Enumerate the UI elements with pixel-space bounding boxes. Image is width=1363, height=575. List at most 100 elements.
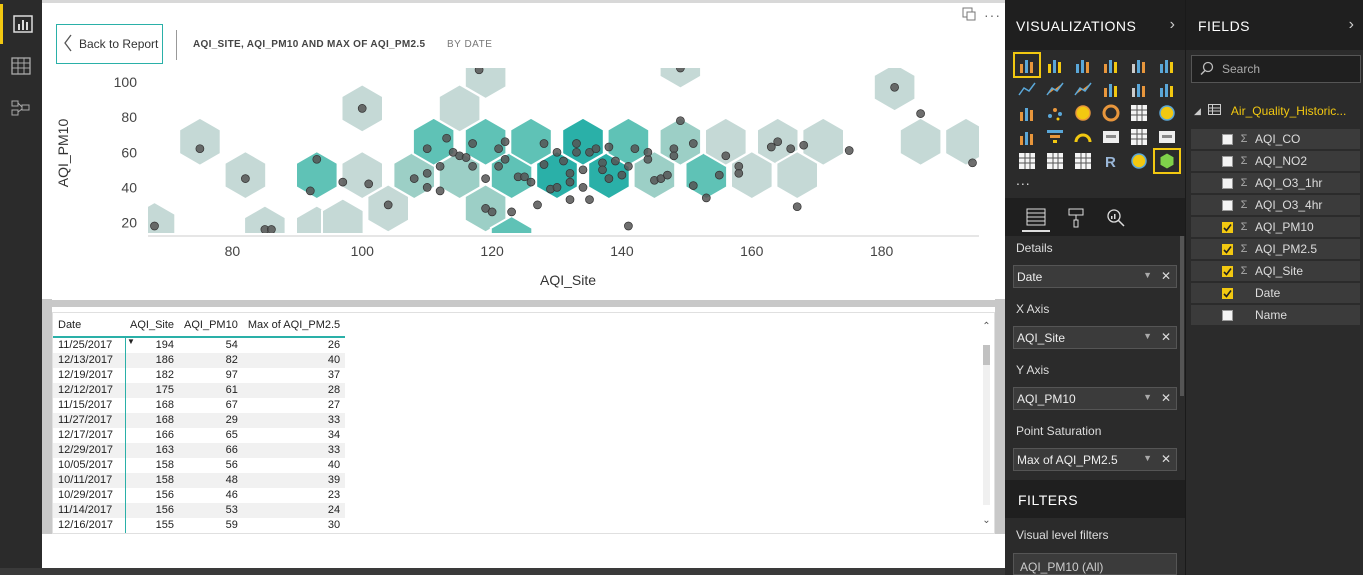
data-point[interactable] (500, 154, 510, 164)
hex-bin[interactable] (658, 41, 703, 90)
100-bar-icon[interactable] (1127, 54, 1151, 76)
data-point[interactable] (474, 66, 484, 75)
data-point[interactable] (624, 161, 633, 171)
remove-field-icon[interactable]: ✕ (1161, 269, 1171, 283)
data-point[interactable] (507, 207, 516, 217)
field-row[interactable]: Name (1191, 305, 1360, 325)
table-row[interactable]: 11/15/2017 168 67 27 (53, 398, 345, 413)
data-point[interactable] (799, 140, 809, 150)
data-point[interactable] (468, 161, 477, 171)
slicer-icon[interactable] (1015, 150, 1039, 172)
data-point[interactable] (364, 179, 374, 189)
data-point[interactable] (766, 142, 776, 152)
dropdown-arrow-icon[interactable]: ▼ (1143, 453, 1152, 463)
field-checkbox[interactable] (1222, 155, 1233, 167)
r-visual-icon[interactable]: R (1099, 150, 1123, 172)
data-view-icon[interactable] (0, 46, 42, 86)
table-row[interactable]: 10/05/2017 158 56 40 (53, 458, 345, 473)
dropdown-arrow-icon[interactable]: ▼ (1143, 270, 1152, 280)
data-point[interactable] (604, 142, 614, 152)
donut-icon[interactable] (1099, 102, 1123, 124)
details-well[interactable]: Date ▼ ✕ (1013, 265, 1177, 288)
data-point[interactable] (539, 160, 549, 169)
pie-icon[interactable] (1071, 102, 1095, 124)
scroll-down-icon[interactable]: ⌄ (981, 515, 992, 526)
table-row[interactable]: 12/17/2017 166 65 34 (53, 428, 345, 443)
collapse-visualizations-icon[interactable]: › (1170, 16, 1175, 34)
waterfall-icon[interactable] (1015, 102, 1039, 124)
field-row[interactable]: Σ AQI_O3_1hr (1191, 173, 1360, 193)
focus-mode-icon[interactable] (962, 7, 976, 24)
data-point[interactable] (539, 139, 549, 148)
data-point[interactable] (688, 139, 698, 148)
data-point[interactable] (195, 144, 205, 154)
data-point[interactable] (552, 183, 562, 192)
table-row[interactable]: 10/29/2017 156 46 23 (53, 488, 345, 503)
table-node[interactable]: ◢ Air_Quality_Historic... (1194, 101, 1363, 121)
hex-bin[interactable] (321, 197, 365, 247)
data-point[interactable] (435, 161, 445, 171)
data-point[interactable] (598, 165, 607, 175)
line-clustered-icon[interactable] (1127, 78, 1151, 100)
clustered-column-icon[interactable] (1099, 54, 1123, 76)
table-row[interactable]: 12/13/2017 186 82 40 (53, 353, 346, 368)
col-header-aqi-site[interactable]: AQI_Site ▼ (125, 313, 180, 346)
100-column-icon[interactable] (1155, 54, 1179, 76)
table-row[interactable]: 11/25/2017 194 54 26 (53, 337, 345, 353)
field-checkbox[interactable] (1222, 265, 1233, 277)
col-header-aqi-pm10[interactable]: AQI_PM10 (179, 313, 243, 338)
field-checkbox[interactable] (1222, 133, 1233, 145)
scrollbar-thumb[interactable] (983, 345, 990, 365)
data-point[interactable] (442, 133, 451, 143)
data-point[interactable] (688, 181, 698, 190)
field-checkbox[interactable] (1222, 287, 1233, 299)
data-point[interactable] (663, 170, 672, 180)
data-point[interactable] (611, 156, 620, 166)
hexbin-visual[interactable]: 80 100 120 140 160 180 100 80 60 40 20 AQI_Site AQI_… (42, 0, 1005, 300)
back-to-report-button[interactable]: Back to Report (56, 24, 163, 64)
data-point[interactable] (630, 144, 640, 154)
data-point[interactable] (792, 202, 802, 212)
data-point[interactable] (591, 144, 601, 154)
dropdown-arrow-icon[interactable]: ▼ (1143, 331, 1152, 341)
data-point[interactable] (487, 207, 497, 217)
line-chart-icon[interactable] (1015, 78, 1039, 100)
y-axis-well[interactable]: AQI_PM10 ▼ ✕ (1013, 387, 1177, 410)
data-point[interactable] (643, 147, 653, 157)
map-icon[interactable] (1155, 102, 1179, 124)
search-input[interactable] (1222, 62, 1342, 76)
field-checkbox[interactable] (1222, 177, 1233, 189)
data-point[interactable] (461, 153, 471, 162)
stacked-bar-icon[interactable] (1013, 52, 1041, 78)
data-point[interactable] (559, 156, 568, 166)
card-icon[interactable] (1099, 126, 1123, 148)
field-checkbox[interactable] (1222, 309, 1233, 321)
data-point[interactable] (312, 154, 322, 164)
field-row[interactable]: Σ AQI_CO (1191, 129, 1360, 149)
data-point[interactable] (890, 82, 899, 92)
data-point[interactable] (721, 151, 731, 161)
data-point[interactable] (844, 146, 854, 155)
funnel-icon[interactable] (1043, 126, 1067, 148)
visualizations-scrollbar[interactable] (1180, 236, 1184, 396)
data-point[interactable] (533, 200, 542, 210)
data-point[interactable] (552, 147, 562, 157)
ribbon-chart-icon[interactable] (1155, 78, 1179, 100)
data-point[interactable] (357, 104, 367, 113)
scroll-up-icon[interactable]: ⌃ (981, 321, 992, 332)
table-row[interactable]: 12/16/2017 155 59 30 (53, 518, 345, 533)
matrix-icon[interactable] (1071, 150, 1095, 172)
data-point[interactable] (578, 183, 588, 192)
data-point[interactable] (494, 144, 503, 154)
multirow-card-icon[interactable] (1127, 126, 1151, 148)
table-row[interactable]: 11/14/2017 156 53 24 (53, 503, 346, 518)
data-point[interactable] (500, 137, 510, 147)
data-point[interactable] (241, 174, 250, 183)
data-point[interactable] (734, 168, 744, 178)
data-point[interactable] (468, 139, 477, 148)
data-point[interactable] (422, 183, 432, 192)
data-point[interactable] (494, 161, 503, 171)
data-point[interactable] (565, 168, 575, 178)
data-point[interactable] (150, 221, 159, 231)
fields-search-box[interactable] (1191, 55, 1361, 83)
